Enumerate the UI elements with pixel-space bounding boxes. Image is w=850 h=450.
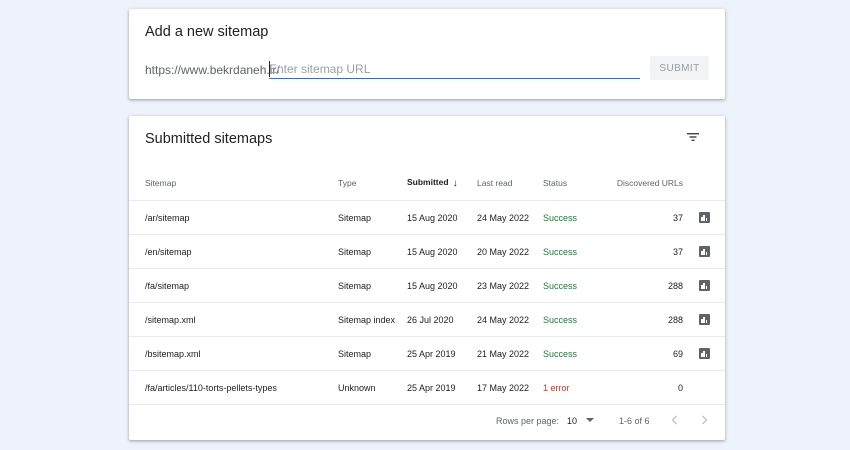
last-read-cell: 24 May 2022 <box>477 302 543 337</box>
type-cell: Sitemap index <box>338 302 407 337</box>
submitted-sitemaps-card: Submitted sitemaps Sitemap Type Submitte… <box>129 116 725 440</box>
sitemap-cell: /fa/sitemap <box>129 268 338 303</box>
submitted-cell: 15 Aug 2020 <box>407 234 477 269</box>
add-sitemap-card: Add a new sitemap https://www.bekrdaneh.… <box>129 9 725 99</box>
add-sitemap-title: Add a new sitemap <box>145 24 269 40</box>
submitted-sitemaps-title: Submitted sitemaps <box>145 131 273 147</box>
column-header-type[interactable]: Type <box>338 166 407 201</box>
actions-cell <box>683 336 725 371</box>
actions-cell <box>683 370 725 405</box>
type-cell: Sitemap <box>338 200 407 235</box>
last-read-cell: 17 May 2022 <box>477 370 543 405</box>
discovered-urls-cell: 288 <box>605 302 683 337</box>
status-cell: 1 error <box>543 370 605 405</box>
status-cell: Success <box>543 302 605 337</box>
pagination-range: 1-6 of 6 <box>619 416 650 426</box>
submitted-cell: 25 Apr 2019 <box>407 370 477 405</box>
table-row[interactable]: /en/sitemap Sitemap 15 Aug 2020 20 May 2022… <box>129 234 725 269</box>
status-cell: Success <box>543 268 605 303</box>
table-row[interactable]: /fa/sitemap Sitemap 15 Aug 2020 23 May 2022… <box>129 268 725 303</box>
table-row[interactable]: /ar/sitemap Sitemap 15 Aug 2020 24 May 2022… <box>129 200 725 235</box>
column-header-discovered-urls[interactable]: Discovered URLs <box>605 166 683 201</box>
table-footer: Rows per page: 10 1-6 of 6 <box>129 412 725 430</box>
sitemap-cell: /bsitemap.xml <box>129 336 338 371</box>
actions-cell <box>683 268 725 303</box>
column-header-submitted[interactable]: Submitted ↓ <box>407 166 477 201</box>
submitted-cell: 15 Aug 2020 <box>407 268 477 303</box>
status-cell: Success <box>543 336 605 371</box>
submitted-cell: 25 Apr 2019 <box>407 336 477 371</box>
status-cell: Success <box>543 200 605 235</box>
sitemap-cell: /sitemap.xml <box>129 302 338 337</box>
caret-down-icon[interactable] <box>585 415 595 425</box>
column-header-sitemap[interactable]: Sitemap <box>129 166 338 201</box>
rows-per-page-label: Rows per page: <box>496 416 560 426</box>
table-row[interactable]: /fa/articles/110-torts-pellets-types Unkn… <box>129 370 725 405</box>
arrow-down-icon: ↓ <box>452 177 458 189</box>
bar-chart-icon[interactable] <box>698 246 710 258</box>
discovered-urls-cell: 37 <box>605 234 683 269</box>
submitted-cell: 26 Jul 2020 <box>407 302 477 337</box>
bar-chart-icon[interactable] <box>698 314 710 326</box>
actions-cell <box>683 200 725 235</box>
actions-cell <box>683 234 725 269</box>
filter-list-icon[interactable] <box>686 130 700 144</box>
type-cell: Sitemap <box>338 336 407 371</box>
column-header-last-read[interactable]: Last read <box>477 166 543 201</box>
column-header-actions <box>683 166 725 201</box>
last-read-cell: 24 May 2022 <box>477 200 543 235</box>
sitemap-url-input[interactable] <box>269 60 640 79</box>
text-cursor <box>269 61 270 77</box>
actions-cell <box>683 302 725 337</box>
rows-per-page-select[interactable]: 10 <box>567 416 577 426</box>
type-cell: Unknown <box>338 370 407 405</box>
discovered-urls-cell: 0 <box>605 370 683 405</box>
status-cell: Success <box>543 234 605 269</box>
discovered-urls-cell: 37 <box>605 200 683 235</box>
table-row[interactable]: /sitemap.xml Sitemap index 26 Jul 2020 24 M… <box>129 302 725 337</box>
bar-chart-icon[interactable] <box>698 212 710 224</box>
submit-button[interactable]: SUBMIT <box>650 56 709 80</box>
sitemap-cell: /fa/articles/110-torts-pellets-types <box>129 370 338 405</box>
type-cell: Sitemap <box>338 234 407 269</box>
sitemap-cell: /en/sitemap <box>129 234 338 269</box>
type-cell: Sitemap <box>338 268 407 303</box>
last-read-cell: 23 May 2022 <box>477 268 543 303</box>
bar-chart-icon[interactable] <box>698 348 710 360</box>
discovered-urls-cell: 69 <box>605 336 683 371</box>
chevron-left-icon[interactable] <box>669 414 681 426</box>
table-header-row: Sitemap Type Submitted ↓ Last read Status… <box>129 166 725 201</box>
url-prefix: https://www.bekrdaneh.ir/ <box>145 63 280 77</box>
last-read-cell: 20 May 2022 <box>477 234 543 269</box>
chevron-right-icon[interactable] <box>698 414 710 426</box>
table-row[interactable]: /bsitemap.xml Sitemap 25 Apr 2019 21 May 20… <box>129 336 725 371</box>
sitemaps-table: Sitemap Type Submitted ↓ Last read Status… <box>129 166 725 405</box>
discovered-urls-cell: 288 <box>605 268 683 303</box>
submitted-cell: 15 Aug 2020 <box>407 200 477 235</box>
sitemap-cell: /ar/sitemap <box>129 200 338 235</box>
last-read-cell: 21 May 2022 <box>477 336 543 371</box>
column-header-submitted-label: Submitted <box>407 177 449 188</box>
column-header-status[interactable]: Status <box>543 166 605 201</box>
bar-chart-icon[interactable] <box>698 280 710 292</box>
